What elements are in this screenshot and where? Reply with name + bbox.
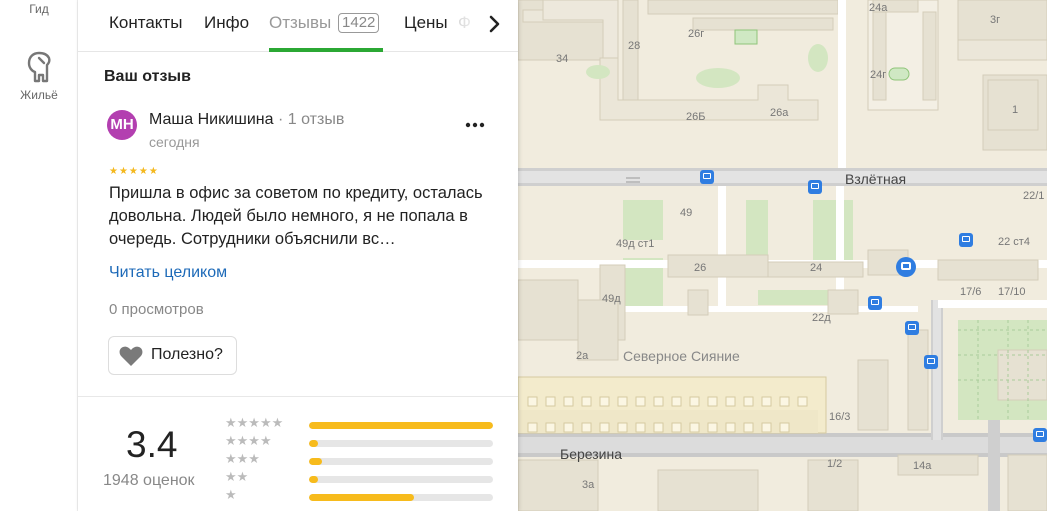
bus-stop-icon[interactable] (1033, 428, 1047, 442)
bus-stop-icon[interactable] (868, 296, 882, 310)
tab-contacts-label: Контакты (109, 13, 183, 32)
avatar[interactable]: МН (107, 110, 137, 140)
rating-row-track (309, 458, 493, 465)
house-number-label: 34 (556, 53, 569, 65)
rating-count: 1948 оценок (103, 472, 195, 489)
house-number-label: 49д ст1 (616, 238, 655, 250)
rating-row: ★★ (225, 469, 495, 485)
rating-row-fill (309, 422, 493, 429)
rating-row-fill (309, 458, 322, 465)
org-panel: Контакты Инфо Отзывы 1422 Цены Ф Ваш отз… (78, 0, 518, 511)
house-number-label: 26Б (686, 111, 706, 123)
rating-row-stars: ★★ (225, 469, 249, 484)
street-label-vzletnaya: Взлётная (845, 171, 907, 187)
house-number-label: 26 (694, 262, 707, 274)
author-review-count-text: 1 отзыв (287, 111, 345, 128)
district-label: Северное Сияние (623, 348, 740, 364)
tab-prices[interactable]: Цены (404, 13, 448, 33)
house-number-label: 3г (990, 14, 1001, 26)
house-number-label: 26а (770, 107, 789, 119)
helpful-button[interactable]: Полезно? (108, 336, 237, 375)
map-view[interactable]: Взлётная Березина Северное Сияние 26г 24а… (518, 0, 1047, 511)
house-number-label: 17/10 (998, 286, 1026, 298)
tab-prices-label: Цены (404, 13, 448, 32)
house-number-label: 49 (680, 207, 693, 219)
street-label-berezina: Березина (560, 446, 622, 462)
chevron-right-icon[interactable] (482, 12, 506, 36)
bus-stop-icon[interactable] (905, 321, 919, 335)
rating-row-track (309, 422, 493, 429)
house-number-label: 1/2 (827, 458, 843, 470)
rating-row-stars: ★ (225, 487, 237, 502)
house-icon (27, 51, 51, 83)
rating-row: ★ (225, 487, 495, 503)
rating-row-stars: ★★★★★ (225, 415, 284, 430)
rating-row-fill (309, 494, 414, 501)
house-number-label: 28 (628, 40, 641, 52)
tab-reviews[interactable]: Отзывы 1422 (269, 13, 380, 33)
helpful-label: Полезно? (151, 346, 223, 363)
your-review-title: Ваш отзыв (104, 68, 191, 85)
house-number-label: 17/6 (960, 286, 982, 298)
bus-station-icon[interactable] (896, 257, 916, 277)
rating-row-fill (309, 476, 319, 483)
review-text: Пришла в офис за советом по кредиту, ост… (109, 184, 483, 248)
tab-contacts[interactable]: Контакты (109, 13, 182, 33)
rail-item-housing[interactable]: Жильё (0, 50, 78, 102)
bus-stop-icon[interactable] (700, 170, 714, 184)
rating-row: ★★★ (225, 451, 495, 467)
rating-value: 3.4 (126, 424, 178, 465)
read-more-link[interactable]: Читать целиком (109, 264, 227, 282)
rating-row-track (309, 440, 493, 447)
house-number-label: 22 ст4 (998, 236, 1030, 248)
house-number-label: 2а (576, 350, 589, 362)
app-root: Гид Жильё Контакты Инфо Отзывы 1422 Цены… (0, 0, 1047, 511)
bus-stop-icon[interactable] (959, 233, 973, 247)
views-count: 0 просмотров (109, 301, 204, 318)
heart-icon (119, 346, 143, 366)
rating-row-track (309, 476, 493, 483)
reviews-count-badge: 1422 (338, 13, 380, 33)
house-number-label: 24г (870, 69, 887, 81)
rail-item-guide[interactable]: Гид (0, 0, 78, 16)
review-author-name: Маша Никишина (149, 111, 274, 128)
house-number-label: 3а (582, 479, 595, 491)
author-review-count: · 1 отзыв (277, 111, 345, 128)
rating-row-stars: ★★★ (225, 451, 260, 466)
tab-info[interactable]: Инфо (204, 13, 249, 33)
rating-row-track (309, 494, 493, 501)
house-number-label: 22/1 (1023, 190, 1045, 202)
rating-row: ★★★★★ (225, 415, 495, 431)
house-number-label: 24а (869, 2, 888, 14)
rail-item-housing-label: Жильё (20, 88, 58, 102)
rating-row: ★★★★ (225, 433, 495, 449)
rating-row-stars: ★★★★ (225, 433, 272, 448)
bus-stop-icon[interactable] (808, 180, 822, 194)
tab-reviews-label: Отзывы (269, 13, 332, 32)
house-number-label: 49д (602, 293, 621, 305)
review-stars: ★★★★★ (109, 166, 159, 177)
house-number-label: 14а (913, 460, 932, 472)
review-author[interactable]: Маша Никишина · 1 отзыв (149, 111, 344, 129)
house-number-label: 26г (688, 28, 705, 40)
rail-item-guide-label: Гид (29, 2, 49, 16)
bus-stop-icon[interactable] (924, 355, 938, 369)
rating-row-fill (309, 440, 319, 447)
tab-bar: Контакты Инфо Отзывы 1422 Цены Ф (78, 0, 518, 52)
review-date: сегодня (149, 134, 200, 150)
section-divider (78, 396, 518, 397)
house-number-label: 16/3 (829, 411, 851, 423)
house-number-label: 22д (812, 312, 831, 324)
house-number-label: 24 (810, 262, 823, 274)
active-tab-underline (269, 48, 383, 52)
left-rail: Гид Жильё (0, 0, 78, 511)
tab-info-label: Инфо (204, 13, 250, 32)
more-options-icon[interactable] (460, 112, 490, 136)
map-canvas (518, 0, 1047, 511)
house-number-label: 1 (1012, 104, 1019, 116)
